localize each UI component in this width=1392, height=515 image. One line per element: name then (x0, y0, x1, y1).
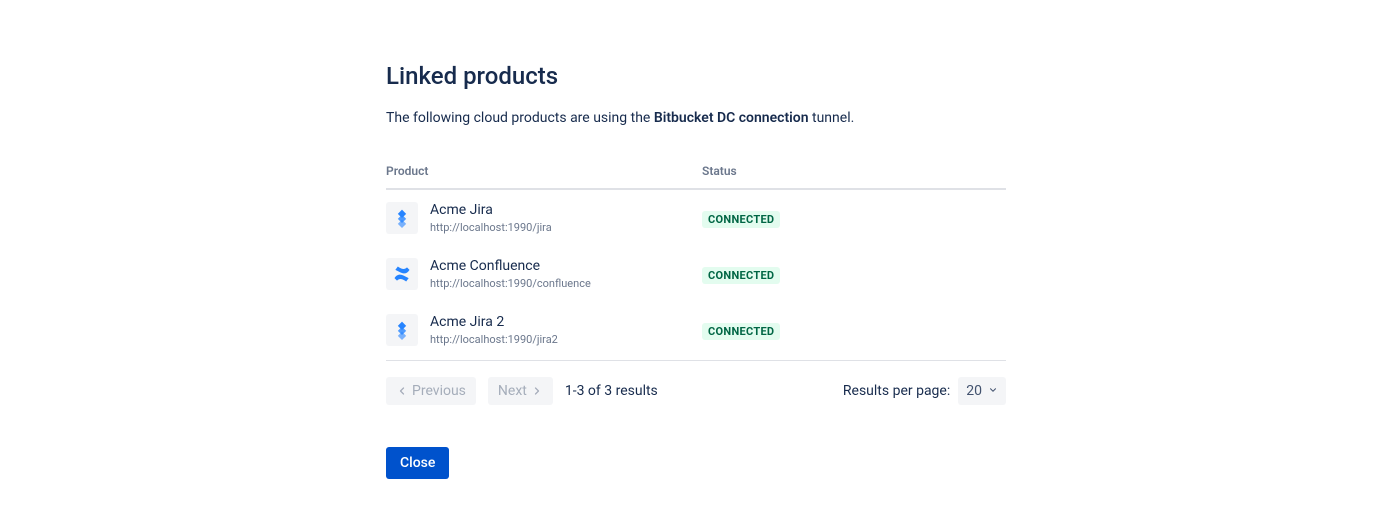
results-per-page-label: Results per page: (843, 383, 950, 399)
page-title: Linked products (386, 62, 1006, 90)
product-url: http://localhost:1990/confluence (430, 276, 591, 292)
product-url: http://localhost:1990/jira (430, 220, 552, 236)
next-button[interactable]: Next (488, 377, 553, 405)
column-header-product: Product (386, 164, 702, 178)
jira-icon (386, 314, 418, 346)
product-name: Acme Jira (430, 200, 552, 220)
pagination: Previous Next 1-3 of 3 results Results p… (386, 361, 1006, 405)
product-name: Acme Confluence (430, 256, 591, 276)
status-badge: CONNECTED (702, 211, 780, 228)
results-per-page-select[interactable]: 20 (958, 377, 1006, 405)
status-badge: CONNECTED (702, 267, 780, 284)
table-row: Acme Jira 2 http://localhost:1990/jira2 … (386, 302, 1006, 358)
close-button[interactable]: Close (386, 447, 449, 479)
description-prefix: The following cloud products are using t… (386, 110, 654, 126)
page-description: The following cloud products are using t… (386, 110, 1006, 126)
table-header: Product Status (386, 156, 1006, 190)
column-header-status: Status (702, 164, 1006, 178)
product-name: Acme Jira 2 (430, 312, 558, 332)
table-row: Acme Confluence http://localhost:1990/co… (386, 246, 1006, 302)
next-label: Next (498, 383, 527, 399)
chevron-right-icon (531, 385, 543, 397)
results-per-page-value: 20 (966, 383, 982, 399)
description-suffix: tunnel. (809, 110, 855, 126)
chevron-down-icon (988, 383, 998, 399)
previous-button[interactable]: Previous (386, 377, 476, 405)
product-url: http://localhost:1990/jira2 (430, 332, 558, 348)
jira-icon (386, 202, 418, 234)
chevron-left-icon (396, 385, 408, 397)
confluence-icon (386, 258, 418, 290)
table-row: Acme Jira http://localhost:1990/jira CON… (386, 190, 1006, 246)
previous-label: Previous (412, 383, 466, 399)
results-summary: 1-3 of 3 results (565, 383, 658, 399)
status-badge: CONNECTED (702, 323, 780, 340)
connection-name: Bitbucket DC connection (654, 110, 809, 126)
